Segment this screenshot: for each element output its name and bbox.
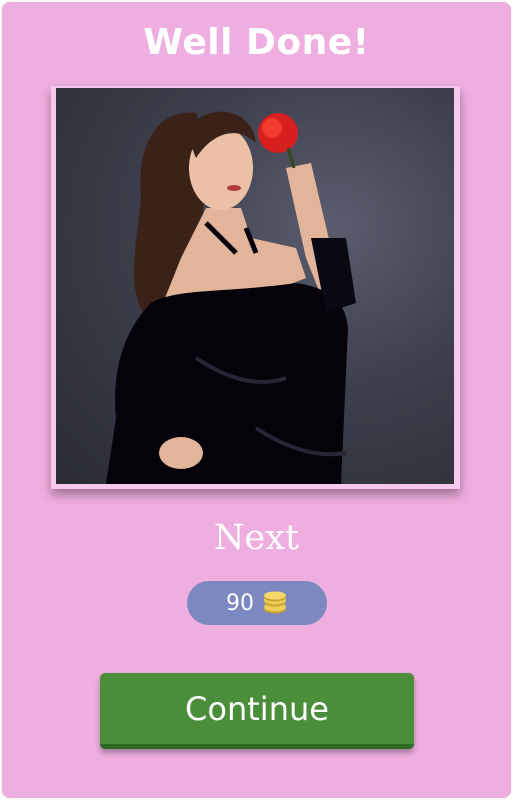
photo-frame <box>51 86 460 489</box>
coin-balance-badge: 90 <box>187 581 327 625</box>
continue-button[interactable]: Continue <box>100 673 414 749</box>
page-title: Well Done! <box>143 22 370 63</box>
next-label: Next <box>213 518 300 558</box>
solved-puzzle-image <box>56 88 454 484</box>
result-card: Well Done! Next 90 Continue <box>2 2 511 798</box>
coin-count: 90 <box>226 590 254 616</box>
coin-stack-icon <box>262 591 288 615</box>
